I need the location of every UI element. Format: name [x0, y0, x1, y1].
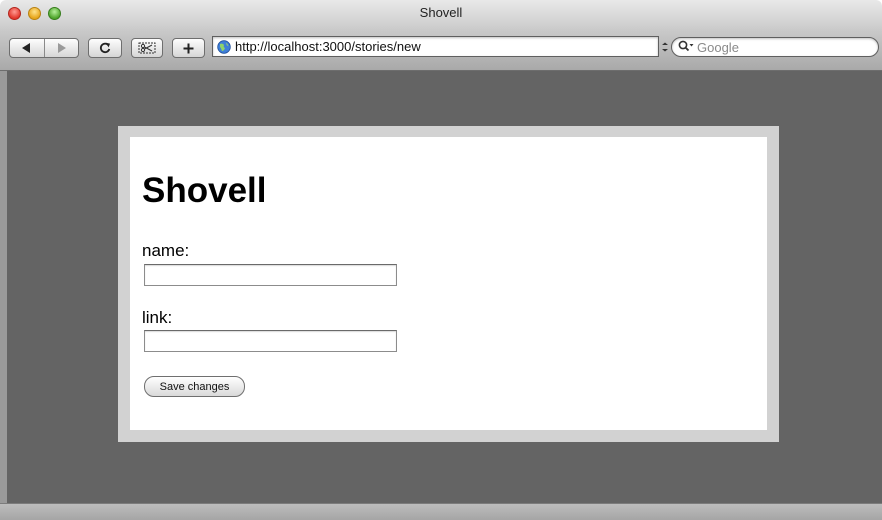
- page-frame: Shovell name: link: Save changes: [118, 126, 779, 442]
- url-text: http://localhost:3000/stories/new: [235, 39, 421, 54]
- page-container: Shovell name: link: Save changes: [130, 137, 767, 430]
- reload-button[interactable]: [88, 38, 122, 58]
- browser-toolbar: http://localhost:3000/stories/new Google: [0, 32, 882, 71]
- snip-button[interactable]: [131, 38, 163, 58]
- status-bar: [0, 503, 882, 520]
- back-forward-buttons: [9, 38, 79, 58]
- url-dropdown-icon[interactable]: [661, 42, 669, 52]
- save-changes-button[interactable]: Save changes: [144, 376, 245, 397]
- address-bar[interactable]: http://localhost:3000/stories/new: [212, 36, 659, 57]
- search-icon: [678, 40, 694, 52]
- name-field[interactable]: [144, 264, 397, 286]
- back-arrow-icon: [22, 43, 31, 53]
- name-label: name:: [142, 241, 190, 260]
- window-edge: [0, 71, 7, 503]
- plus-icon: [183, 43, 194, 53]
- forward-arrow-icon: [57, 43, 66, 53]
- browser-window: Shovell http://localhost:3000/stories/ne…: [0, 0, 882, 520]
- search-field[interactable]: Google: [671, 37, 879, 57]
- back-button[interactable]: [10, 39, 44, 57]
- reload-icon: [100, 42, 111, 54]
- globe-icon: [217, 39, 231, 54]
- link-field[interactable]: [144, 330, 397, 352]
- title-bar: Shovell: [0, 0, 882, 32]
- link-label: link:: [142, 308, 173, 327]
- search-placeholder: Google: [697, 39, 739, 55]
- page-title: Shovell: [142, 171, 267, 210]
- snip-icon: [138, 42, 156, 54]
- window-title: Shovell: [419, 5, 463, 20]
- forward-button[interactable]: [44, 39, 78, 57]
- add-bookmark-button[interactable]: [172, 38, 205, 58]
- web-content: Shovell name: link: Save changes: [7, 71, 882, 503]
